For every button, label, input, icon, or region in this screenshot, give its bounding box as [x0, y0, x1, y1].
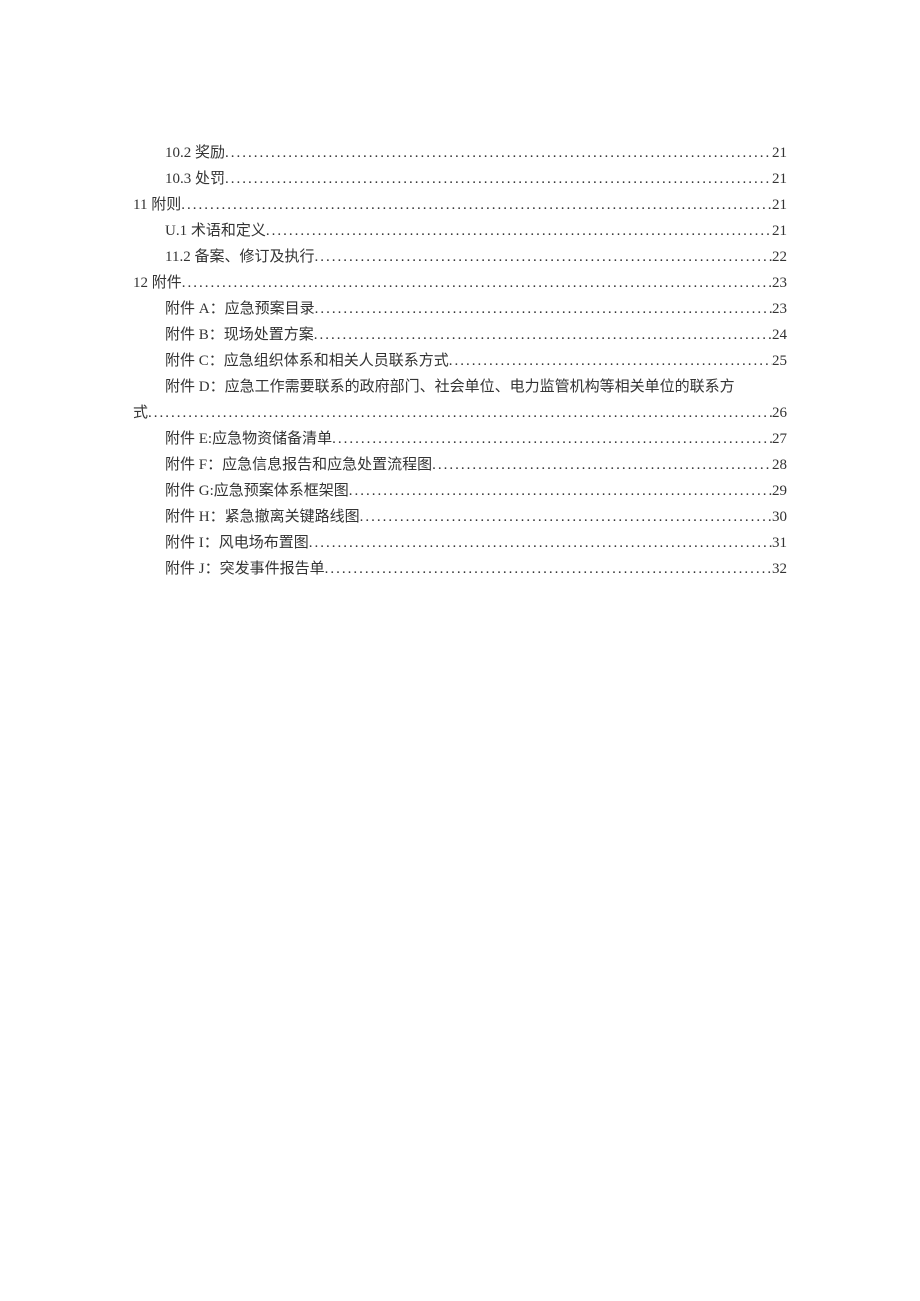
toc-label: 附件 E:应急物资储备清单: [165, 426, 332, 452]
toc-dots: [349, 478, 772, 504]
toc-dots: [360, 504, 772, 530]
toc-pagenum: 22: [772, 244, 787, 270]
toc-dots: [148, 400, 772, 426]
toc-label: 11 附则: [133, 192, 181, 218]
toc-entry: 附件 F：应急信息报告和应急处置流程图 28: [133, 452, 787, 478]
toc-pagenum: 23: [772, 270, 787, 296]
toc-label: 附件 A：应急预案目录: [165, 296, 315, 322]
toc-label: 10.2 奖励: [165, 140, 225, 166]
toc-entry: 10.3 处罚 21: [133, 166, 787, 192]
toc-entry: U.1 术语和定义 21: [133, 218, 787, 244]
toc-pagenum: 26: [772, 400, 787, 426]
toc-label: 附件 F：应急信息报告和应急处置流程图: [165, 452, 432, 478]
toc-pagenum: 27: [772, 426, 787, 452]
toc-pagenum: 29: [772, 478, 787, 504]
toc-dots: [225, 140, 772, 166]
toc-dots: [332, 426, 772, 452]
toc-label: 式: [133, 400, 148, 426]
toc-label: 附件 C：应急组织体系和相关人员联系方式: [165, 348, 449, 374]
toc-label: 12 附件: [133, 270, 182, 296]
toc-entry: 附件 E:应急物资储备清单 27: [133, 426, 787, 452]
document-page: 10.2 奖励 21 10.3 处罚 21 11 附则 21 U.1 术语和定义…: [0, 0, 920, 1301]
toc-entry-wrapped-line1: 附件 D：应急工作需要联系的政府部门、社会单位、电力监管机构等相关单位的联系方: [133, 374, 787, 400]
toc-label: 附件 D：应急工作需要联系的政府部门、社会单位、电力监管机构等相关单位的联系方: [165, 379, 735, 395]
toc-entry: 附件 A：应急预案目录 23: [133, 296, 787, 322]
toc-pagenum: 28: [772, 452, 787, 478]
toc-dots: [314, 244, 772, 270]
toc-dots: [309, 530, 772, 556]
toc-dots: [225, 166, 772, 192]
toc-entry: 附件 C：应急组织体系和相关人员联系方式 25: [133, 348, 787, 374]
toc-pagenum: 25: [772, 348, 787, 374]
toc-label: 附件 G:应急预案体系框架图: [165, 478, 349, 504]
toc-pagenum: 23: [772, 296, 787, 322]
toc-pagenum: 32: [772, 556, 787, 582]
toc-entry: 附件 H：紧急撤离关键路线图 30: [133, 504, 787, 530]
toc-label: 附件 J：突发事件报告单: [165, 556, 325, 582]
toc-pagenum: 21: [772, 218, 787, 244]
toc-dots: [432, 452, 772, 478]
toc-entry: 附件 G:应急预案体系框架图 29: [133, 478, 787, 504]
toc-label: 附件 I：风电场布置图: [165, 530, 309, 556]
toc-entry: 11.2 备案、修订及执行 22: [133, 244, 787, 270]
toc-entry: 11 附则 21: [133, 192, 787, 218]
toc-dots: [182, 270, 772, 296]
toc-label: 附件 H：紧急撤离关键路线图: [165, 504, 360, 530]
toc-entry: 附件 B：现场处置方案 24: [133, 322, 787, 348]
toc-pagenum: 24: [772, 322, 787, 348]
toc-label: 附件 B：现场处置方案: [165, 322, 314, 348]
toc-dots: [449, 348, 772, 374]
toc-entry: 附件 I：风电场布置图 31: [133, 530, 787, 556]
toc-pagenum: 30: [772, 504, 787, 530]
toc-label: 10.3 处罚: [165, 166, 225, 192]
toc-dots: [314, 322, 772, 348]
toc-dots: [181, 192, 772, 218]
toc-pagenum: 31: [772, 530, 787, 556]
toc-label: U.1 术语和定义: [165, 218, 266, 244]
toc-entry: 12 附件 23: [133, 270, 787, 296]
toc-entry-wrapped-line2: 式 26: [133, 400, 787, 426]
toc-dots: [325, 556, 772, 582]
toc-pagenum: 21: [772, 166, 787, 192]
toc-entry: 10.2 奖励 21: [133, 140, 787, 166]
toc-pagenum: 21: [772, 140, 787, 166]
toc-label: 11.2 备案、修订及执行: [165, 244, 314, 270]
toc-entry: 附件 J：突发事件报告单 32: [133, 556, 787, 582]
toc-dots: [315, 296, 772, 322]
toc-dots: [266, 218, 772, 244]
toc-pagenum: 21: [772, 192, 787, 218]
